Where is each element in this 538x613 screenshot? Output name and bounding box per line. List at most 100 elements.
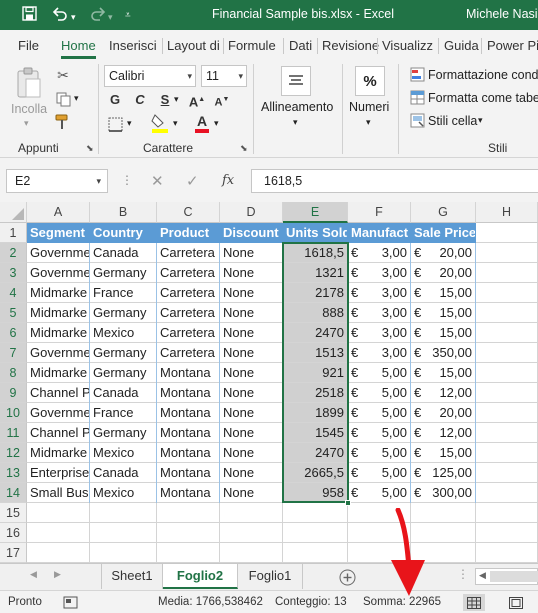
- bold-button[interactable]: G: [104, 90, 126, 110]
- status-count[interactable]: Conteggio: 13: [275, 596, 347, 608]
- column-header-g[interactable]: G: [411, 202, 476, 223]
- selected-cell[interactable]: 2665,5: [283, 463, 348, 483]
- table-cell[interactable]: €5,00: [348, 403, 411, 423]
- table-cell[interactable]: Montana: [157, 463, 220, 483]
- table-cell[interactable]: None: [220, 263, 283, 283]
- conditional-format-label[interactable]: Formattazione condiz: [428, 68, 538, 82]
- selected-cell[interactable]: 1321: [283, 263, 348, 283]
- table-cell[interactable]: €5,00: [348, 463, 411, 483]
- table-cell[interactable]: €3,00: [348, 263, 411, 283]
- table-cell[interactable]: €15,00: [411, 363, 476, 383]
- column-header-b[interactable]: B: [90, 202, 157, 223]
- table-header-cell[interactable]: Product: [157, 223, 220, 243]
- font-name-combo[interactable]: Calibri ▾: [104, 65, 196, 87]
- cut-icon[interactable]: ✂: [54, 66, 72, 84]
- table-cell[interactable]: €3,00: [348, 283, 411, 303]
- table-cell[interactable]: Carretera: [157, 343, 220, 363]
- formula-input[interactable]: 1618,5: [251, 169, 538, 193]
- table-cell[interactable]: €12,00: [411, 423, 476, 443]
- grid-cell[interactable]: [476, 283, 538, 303]
- column-header-a[interactable]: A: [27, 202, 90, 223]
- sheet-tab-foglio1[interactable]: Foglio1: [238, 564, 303, 589]
- grid-cell[interactable]: [476, 463, 538, 483]
- table-cell[interactable]: None: [220, 443, 283, 463]
- insert-function-icon[interactable]: fx: [222, 173, 234, 188]
- table-cell[interactable]: Carretera: [157, 263, 220, 283]
- paste-icon[interactable]: [14, 66, 44, 100]
- status-average[interactable]: Media: 1766,538462: [158, 596, 263, 608]
- tab-insert[interactable]: Inserisci: [109, 38, 157, 53]
- table-cell[interactable]: €15,00: [411, 323, 476, 343]
- tab-data[interactable]: Dati: [289, 38, 312, 53]
- format-painter-icon[interactable]: [54, 113, 72, 131]
- table-cell[interactable]: €20,00: [411, 243, 476, 263]
- table-cell[interactable]: None: [220, 363, 283, 383]
- redo-dropdown-icon[interactable]: ▾: [108, 9, 113, 25]
- undo-dropdown-icon[interactable]: ▾: [71, 9, 76, 25]
- scroll-tabs-left-icon[interactable]: ◀: [30, 569, 37, 580]
- table-cell[interactable]: None: [220, 483, 283, 503]
- table-cell[interactable]: Channel P: [27, 383, 90, 403]
- cell-styles-icon[interactable]: [409, 112, 425, 128]
- increase-font-icon[interactable]: A▲: [186, 90, 208, 110]
- table-header-cell[interactable]: Discount: [220, 223, 283, 243]
- table-cell[interactable]: Governme: [27, 403, 90, 423]
- row-header-12[interactable]: 12: [0, 443, 27, 463]
- font-color-dropdown-icon[interactable]: ▾: [214, 118, 219, 129]
- accessibility-icon[interactable]: [62, 595, 78, 609]
- table-cell[interactable]: Channel P: [27, 423, 90, 443]
- table-header-cell[interactable]: Units Sold: [283, 223, 348, 243]
- format-table-label[interactable]: Formatta come tabel: [428, 91, 538, 105]
- grid-cell[interactable]: [476, 383, 538, 403]
- grid-cell[interactable]: [90, 543, 157, 563]
- selected-cell[interactable]: 1618,5: [283, 243, 348, 263]
- table-cell[interactable]: None: [220, 243, 283, 263]
- selected-cell[interactable]: 1899: [283, 403, 348, 423]
- paste-dropdown-icon[interactable]: ▾: [24, 118, 29, 129]
- grid-cell[interactable]: [476, 303, 538, 323]
- row-header-16[interactable]: 16: [0, 523, 27, 543]
- table-cell[interactable]: Midmarke: [27, 303, 90, 323]
- selected-cell[interactable]: 1545: [283, 423, 348, 443]
- table-cell[interactable]: Montana: [157, 403, 220, 423]
- row-header-9[interactable]: 9: [0, 383, 27, 403]
- table-cell[interactable]: €15,00: [411, 443, 476, 463]
- sheet-tab-sheet1[interactable]: Sheet1: [101, 564, 163, 589]
- grid-cell[interactable]: [157, 543, 220, 563]
- table-cell[interactable]: Germany: [90, 303, 157, 323]
- table-cell[interactable]: €300,00: [411, 483, 476, 503]
- selected-cell[interactable]: 888: [283, 303, 348, 323]
- alignment-button-label[interactable]: Allineamento: [261, 100, 333, 114]
- decrease-font-icon[interactable]: A▼: [211, 90, 233, 110]
- table-cell[interactable]: €350,00: [411, 343, 476, 363]
- table-cell[interactable]: Carretera: [157, 283, 220, 303]
- column-header-e[interactable]: E: [283, 202, 348, 223]
- number-dropdown-icon[interactable]: ▾: [366, 117, 371, 128]
- fill-color-icon[interactable]: [150, 113, 170, 133]
- row-header-6[interactable]: 6: [0, 323, 27, 343]
- scroll-tabs-right-icon[interactable]: ▶: [54, 569, 61, 580]
- tab-power-pivot[interactable]: Power Pi: [487, 38, 538, 53]
- table-header-cell[interactable]: Sale Price: [411, 223, 476, 243]
- save-icon[interactable]: [22, 6, 37, 24]
- grid-cell[interactable]: [90, 503, 157, 523]
- grid-cell[interactable]: [220, 503, 283, 523]
- row-header-15[interactable]: 15: [0, 503, 27, 523]
- selected-cell[interactable]: 2470: [283, 323, 348, 343]
- table-cell[interactable]: None: [220, 403, 283, 423]
- grid-cell[interactable]: [27, 523, 90, 543]
- table-cell[interactable]: Montana: [157, 443, 220, 463]
- table-cell[interactable]: Small Busi: [27, 483, 90, 503]
- table-cell[interactable]: Midmarke: [27, 443, 90, 463]
- grid-cell[interactable]: [476, 483, 538, 503]
- cell-styles-dropdown-icon[interactable]: ▾: [478, 115, 483, 126]
- table-cell[interactable]: Canada: [90, 243, 157, 263]
- alignment-dropdown-icon[interactable]: ▾: [293, 117, 298, 128]
- table-cell[interactable]: Montana: [157, 363, 220, 383]
- table-cell[interactable]: France: [90, 403, 157, 423]
- font-size-combo[interactable]: 11 ▾: [201, 65, 247, 87]
- table-cell[interactable]: €5,00: [348, 483, 411, 503]
- table-cell[interactable]: Midmarke: [27, 283, 90, 303]
- column-header-c[interactable]: C: [157, 202, 220, 223]
- row-header-11[interactable]: 11: [0, 423, 27, 443]
